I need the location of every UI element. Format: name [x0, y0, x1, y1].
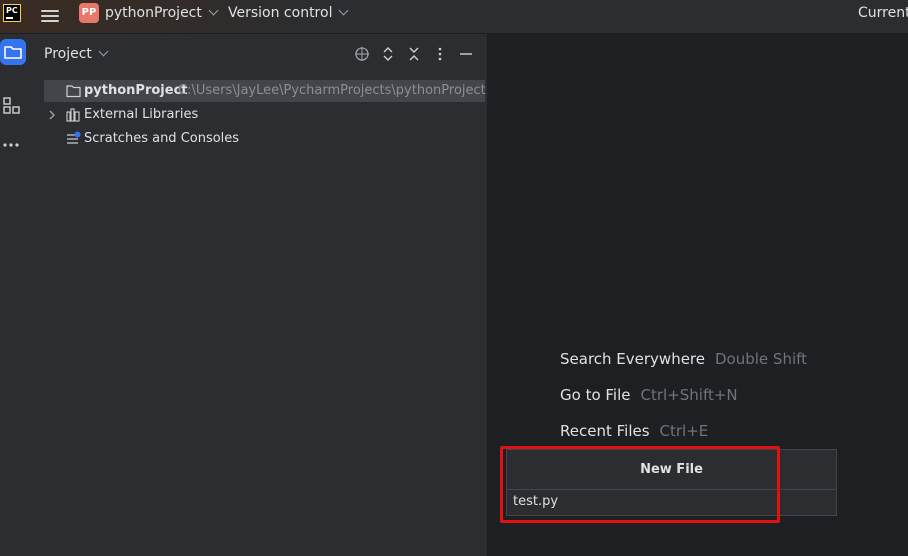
tree-item-label: Scratches and Consoles	[84, 131, 240, 146]
hint-shortcut: Ctrl+E	[659, 422, 709, 440]
chevron-down-icon	[208, 5, 219, 16]
expand-all-icon[interactable]	[380, 46, 396, 62]
tree-item-external-libraries[interactable]: External Libraries	[44, 104, 344, 126]
hint-recent-files[interactable]: Recent Files Ctrl+E	[560, 422, 708, 440]
collapse-all-icon[interactable]	[406, 46, 422, 62]
hint-shortcut: Double Shift	[715, 350, 808, 368]
tree-item-label: pythonProject	[84, 83, 188, 98]
hint-label: Recent Files	[560, 422, 650, 440]
hint-search-everywhere[interactable]: Search Everywhere Double Shift	[560, 350, 807, 368]
project-panel-title: Project	[44, 46, 92, 62]
structure-icon	[3, 97, 20, 114]
run-config-selector[interactable]: Current	[858, 5, 908, 21]
tree-item-label: External Libraries	[84, 107, 199, 122]
folder-icon	[4, 46, 22, 59]
chevron-down-icon	[339, 5, 349, 16]
project-name: pythonProject	[105, 5, 202, 21]
chevron-right-icon[interactable]	[48, 110, 56, 120]
more-tools-button[interactable]	[0, 132, 26, 158]
hint-shortcut: Ctrl+Shift+N	[640, 386, 738, 404]
chevron-down-icon	[98, 46, 109, 57]
project-panel-header[interactable]: Project	[44, 46, 109, 62]
tree-item-path: C:\Users\JayLee\PycharmProjects\pythonPr…	[178, 83, 486, 98]
hint-go-to-file[interactable]: Go to File Ctrl+Shift+N	[560, 386, 738, 404]
main-menu-button[interactable]	[41, 7, 59, 23]
library-icon	[66, 108, 80, 122]
scratches-icon	[67, 131, 81, 144]
tool-window-strip	[0, 34, 33, 556]
vcs-widget[interactable]: Version control	[228, 5, 349, 21]
pycharm-logo[interactable]: PC	[3, 4, 21, 22]
project-widget[interactable]: pythonProject	[105, 5, 219, 21]
options-icon[interactable]	[432, 46, 448, 62]
locate-icon[interactable]	[354, 46, 370, 62]
tree-item-scratches[interactable]: Scratches and Consoles	[44, 128, 344, 150]
project-panel: Project pythonProject C:\Users\JayLee\Py…	[32, 34, 488, 556]
highlight-annotation	[500, 446, 780, 523]
more-icon	[3, 143, 19, 147]
folder-icon	[66, 85, 81, 98]
hint-label: Go to File	[560, 386, 631, 404]
title-bar: PC PP pythonProject Version control Curr…	[0, 0, 908, 34]
tree-item-project-root[interactable]: pythonProject C:\Users\JayLee\PycharmPro…	[44, 80, 486, 102]
run-config-label: Current	[858, 5, 908, 21]
vcs-label: Version control	[228, 5, 333, 21]
project-tool-button[interactable]	[0, 39, 26, 65]
structure-tool-button[interactable]	[0, 93, 26, 119]
hint-label: Search Everywhere	[560, 350, 705, 368]
hide-panel-icon[interactable]	[458, 46, 474, 62]
project-badge[interactable]: PP	[79, 3, 99, 23]
